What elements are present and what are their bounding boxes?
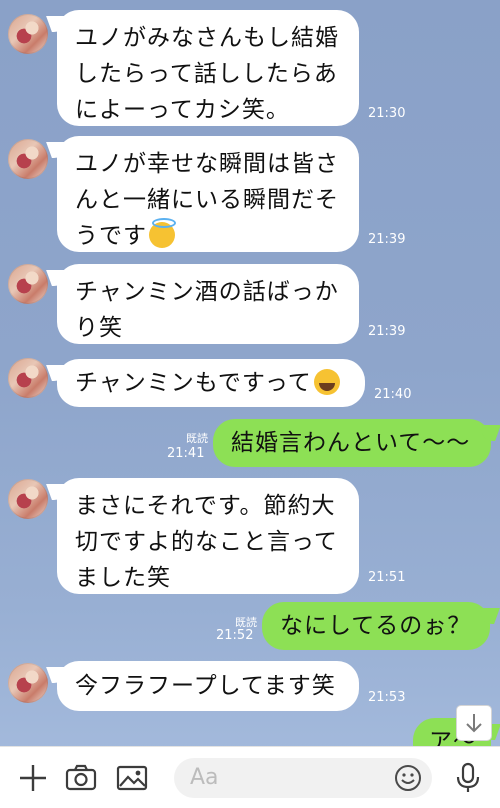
sender-avatar[interactable] bbox=[8, 139, 48, 179]
message-line: したらって話ししたらあ bbox=[75, 61, 338, 87]
message-time: 21:51 bbox=[368, 570, 406, 585]
message-time: 21:40 bbox=[374, 387, 412, 402]
message-line: ました笑 bbox=[75, 565, 171, 591]
message-time: 21:52 bbox=[216, 628, 254, 643]
sender-avatar[interactable] bbox=[8, 264, 48, 304]
sender-avatar[interactable] bbox=[8, 663, 48, 703]
message-line: んと一緒にいる瞬間だそ bbox=[75, 187, 339, 213]
message-line: り笑 bbox=[75, 315, 123, 341]
scroll-down-button[interactable] bbox=[457, 706, 491, 740]
message-line: ユノがみなさんもし結婚 bbox=[75, 25, 339, 51]
sender-avatar[interactable] bbox=[8, 479, 48, 519]
message-input-bar: Aa bbox=[0, 746, 500, 808]
message-line: なにしてるのぉ？ bbox=[280, 613, 472, 639]
message-line: 今フラフープしてます笑 bbox=[75, 673, 336, 699]
sender-avatar[interactable] bbox=[8, 358, 48, 398]
message-line: チャンミンもですって bbox=[75, 370, 312, 396]
smiling-face-with-halo-icon bbox=[149, 218, 176, 248]
message-time: 21:39 bbox=[368, 324, 406, 339]
plus-icon[interactable] bbox=[16, 761, 50, 795]
message-line: ユノが幸せな瞬間は皆さ bbox=[75, 151, 339, 177]
message-bubble[interactable]: チャンミン酒の話ばっか り笑 bbox=[57, 264, 359, 344]
camera-icon[interactable] bbox=[64, 761, 98, 795]
message-time: 21:30 bbox=[368, 106, 406, 121]
message-bubble[interactable]: 今フラフープしてます笑 bbox=[57, 661, 359, 711]
chat-area[interactable]: ユノがみなさんもし結婚 したらって話ししたらあ によーってカシ笑。 21:30 … bbox=[0, 0, 500, 746]
message-time: 21:53 bbox=[368, 690, 406, 705]
sender-avatar[interactable] bbox=[8, 14, 48, 54]
message-bubble[interactable]: ユノがみなさんもし結婚 したらって話ししたらあ によーってカシ笑。 bbox=[57, 10, 359, 126]
message-bubble[interactable]: ユノが幸せな瞬間は皆さ んと一緒にいる瞬間だそ うです bbox=[57, 136, 359, 252]
message-bubble[interactable]: まさにそれです。節約大 切ですよ的なこと言って ました笑 bbox=[57, 478, 359, 594]
message-time: 21:41 bbox=[167, 446, 205, 461]
message-input-placeholder: Aa bbox=[190, 765, 219, 790]
message-line: によーってカシ笑。 bbox=[75, 97, 290, 123]
message-time: 21:39 bbox=[368, 232, 406, 247]
message-bubble-outgoing[interactable]: 結婚言わんといて〜〜 bbox=[213, 419, 491, 467]
microphone-icon[interactable] bbox=[451, 761, 485, 795]
image-icon[interactable] bbox=[115, 761, 149, 795]
loudly-crying-face-icon bbox=[313, 369, 340, 395]
message-line: まさにそれです。節約大 bbox=[75, 493, 336, 519]
message-line: 結婚言わんといて〜〜 bbox=[231, 430, 471, 456]
message-line: うです bbox=[75, 223, 147, 249]
read-receipt: 既読 bbox=[186, 432, 208, 445]
message-bubble-outgoing[interactable]: なにしてるのぉ？ bbox=[262, 602, 490, 650]
message-line: 切ですよ的なこと言って bbox=[75, 529, 338, 555]
scroll-down-arrow-icon bbox=[466, 714, 482, 733]
message-bubble[interactable]: チャンミンもですって bbox=[57, 359, 365, 407]
emoji-icon[interactable] bbox=[393, 763, 423, 793]
message-line: チャンミン酒の話ばっか bbox=[75, 279, 339, 305]
